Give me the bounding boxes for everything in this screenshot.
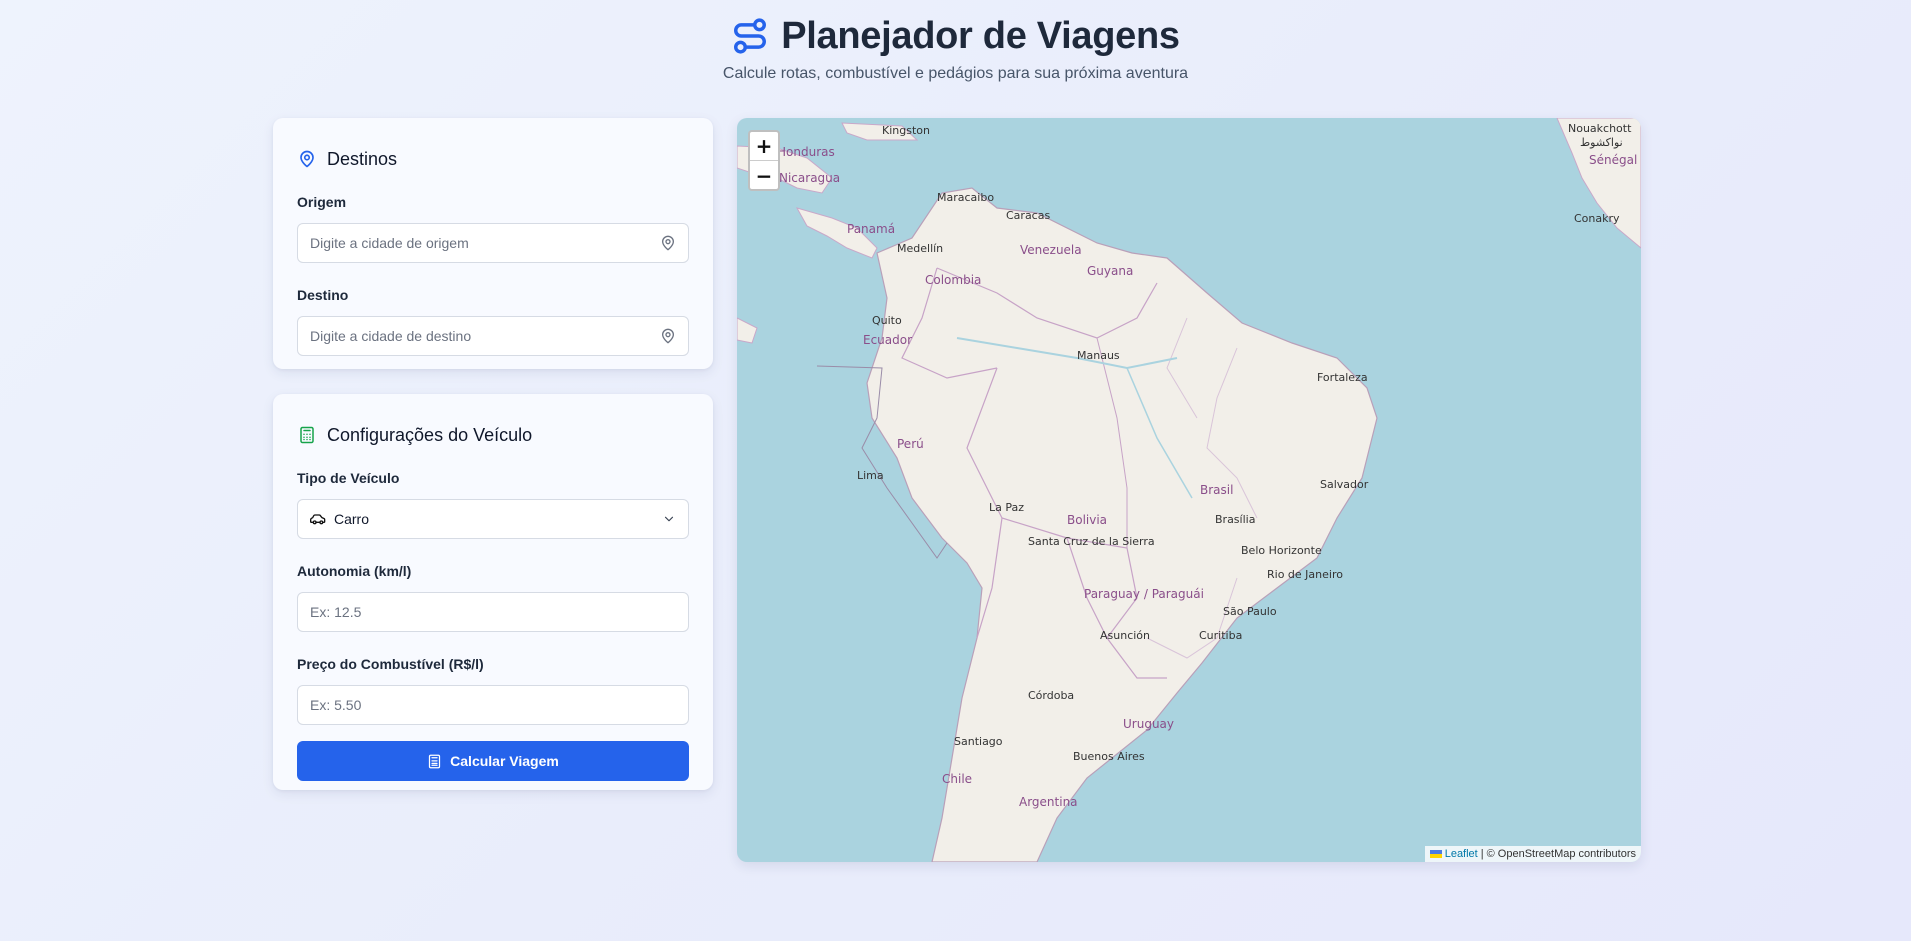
country-label: Sénégal	[1589, 153, 1637, 167]
autonomy-input[interactable]	[310, 604, 676, 620]
country-label: Chile	[942, 772, 972, 786]
chevron-down-icon	[664, 516, 674, 522]
car-icon	[310, 514, 326, 525]
city-label: Maracaibo	[937, 191, 994, 204]
city-label: Curitiba	[1199, 629, 1242, 642]
country-label: Uruguay	[1123, 717, 1174, 731]
city-label: Salvador	[1320, 478, 1369, 491]
city-label: Lima	[857, 469, 884, 482]
calculator-icon	[429, 754, 441, 768]
country-label: Panamá	[847, 222, 895, 236]
map-tiles: Venezuela Colombia Guyana Ecuador Perú B…	[737, 118, 1641, 862]
city-label: Kingston	[882, 124, 930, 137]
page-subtitle: Calcule rotas, combustível e pedágios pa…	[722, 65, 1189, 82]
autonomy-label: Autonomia (km/l)	[297, 563, 412, 579]
city-label: Nouakchott	[1568, 122, 1632, 135]
page-title: Planejador de Viagens	[781, 14, 1180, 57]
calculate-trip-label: Calcular Viagem	[450, 753, 559, 769]
ukraine-flag-icon	[1429, 850, 1442, 858]
vehicle-type-label: Tipo de Veículo	[297, 470, 400, 486]
city-label: Santa Cruz de la Sierra	[1028, 535, 1155, 548]
city-label: Manaus	[1077, 349, 1120, 362]
country-label: Brasil	[1200, 483, 1233, 497]
attribution-text: | © OpenStreetMap contributors	[1480, 848, 1636, 860]
zoom-out-button[interactable]: −	[750, 161, 778, 189]
city-label: Conakry	[1574, 212, 1620, 225]
country-label: Paraguay / Paraguái	[1084, 587, 1204, 601]
route-icon	[734, 18, 767, 54]
city-label: Belo Horizonte	[1241, 544, 1322, 557]
origin-input[interactable]	[310, 235, 676, 251]
page-header: Planejador de Viagens Calcule rotas, com…	[0, 0, 1911, 83]
location-pin-icon	[662, 328, 674, 344]
city-label: Buenos Aires	[1073, 750, 1145, 763]
country-label: Ecuador	[863, 333, 912, 347]
country-label: Honduras	[777, 145, 835, 159]
country-label: Perú	[897, 437, 924, 451]
city-label: Santiago	[954, 735, 1003, 748]
destinations-card: Destinos Origem Destino	[273, 118, 713, 369]
destinations-heading: Destinos	[327, 148, 398, 169]
destination-field-wrapper	[297, 316, 689, 356]
destination-input[interactable]	[310, 328, 676, 344]
vehicle-type-select[interactable]: Carro	[297, 499, 689, 539]
map-pin-icon	[297, 149, 317, 169]
calculate-trip-button[interactable]: Calcular Viagem	[297, 741, 689, 781]
city-label: Asunción	[1100, 629, 1150, 642]
vehicle-heading: Configurações do Veículo	[327, 424, 533, 445]
city-label: Brasília	[1215, 513, 1255, 526]
city-label: La Paz	[989, 501, 1024, 514]
vehicle-card: Configurações do Veículo Tipo de Veículo…	[273, 394, 713, 790]
zoom-control: + −	[748, 130, 780, 191]
city-label: Medellín	[897, 242, 943, 255]
fuel-price-field-wrapper	[297, 685, 689, 725]
city-label: Quito	[872, 314, 902, 327]
country-label: Nicaragua	[779, 171, 840, 185]
city-label: Fortaleza	[1317, 371, 1368, 384]
city-label: Córdoba	[1028, 689, 1074, 702]
fuel-price-input[interactable]	[310, 697, 676, 713]
zoom-in-button[interactable]: +	[750, 132, 778, 161]
vehicle-type-value: Carro	[334, 511, 370, 527]
leaflet-link[interactable]: Leaflet	[1445, 848, 1478, 860]
country-label: Argentina	[1019, 795, 1078, 809]
origin-label: Origem	[297, 194, 347, 210]
autonomy-field-wrapper	[297, 592, 689, 632]
origin-field-wrapper	[297, 223, 689, 263]
map-view[interactable]: Venezuela Colombia Guyana Ecuador Perú B…	[737, 118, 1641, 862]
location-pin-icon	[662, 235, 674, 251]
city-label: São Paulo	[1223, 605, 1277, 618]
fuel-price-label: Preço do Combustível (R$/l)	[297, 656, 484, 672]
map-attribution: Leaflet | © OpenStreetMap contributors	[1424, 846, 1641, 862]
city-label: Rio de Janeiro	[1267, 568, 1343, 581]
country-label: Guyana	[1087, 264, 1133, 278]
calculator-icon	[297, 425, 317, 445]
country-label: Bolivia	[1067, 513, 1107, 527]
city-label: Caracas	[1006, 209, 1050, 222]
country-label: Venezuela	[1020, 243, 1082, 257]
city-label: نواكشوط	[1580, 136, 1623, 149]
destination-label: Destino	[297, 287, 349, 303]
country-label: Colombia	[925, 273, 981, 287]
